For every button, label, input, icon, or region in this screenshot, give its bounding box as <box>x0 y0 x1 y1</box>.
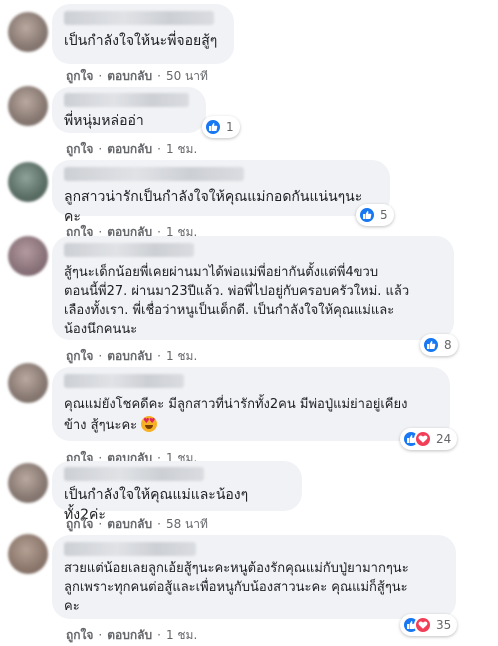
avatar[interactable] <box>8 236 48 276</box>
comment-text: สู้ๆนะเด็กน้อยพี่เคยผ่านมาได้พ่อแม่พี่อย… <box>64 265 410 337</box>
reaction-summary[interactable]: 5 <box>356 204 394 226</box>
avatar[interactable] <box>8 463 48 503</box>
reaction-summary[interactable]: 24 <box>400 428 458 450</box>
comment-actions: ถูกใจ · ตอบกลับ · 58 นาที <box>66 517 208 531</box>
like-link[interactable]: ถูกใจ <box>66 628 93 642</box>
comment-actions: ถูกใจ · ตอบกลับ · 1 ชม. <box>66 628 198 642</box>
like-link[interactable]: ถูกใจ <box>66 349 93 363</box>
comment-bubble: คุณแม่ยังโชคดีคะ มีลูกสาวที่น่ารักทั้ง2ค… <box>52 367 450 441</box>
comment-actions: ถูกใจ · ตอบกลับ · 50 นาที <box>66 69 208 83</box>
reaction-summary[interactable]: 35 <box>400 614 458 636</box>
comment-bubble: สู้ๆนะเด็กน้อยพี่เคยผ่านมาได้พ่อแม่พี่อย… <box>52 236 454 340</box>
avatar[interactable] <box>8 534 48 574</box>
comment-actions: ถูกใจ · ตอบกลับ · 1 ชม. <box>66 349 198 363</box>
thumbs-up-icon <box>204 118 222 136</box>
commenter-name[interactable] <box>64 11 214 25</box>
reply-link[interactable]: ตอบกลับ <box>107 69 152 83</box>
reaction-summary[interactable]: 8 <box>420 334 458 356</box>
commenter-name[interactable] <box>64 374 184 388</box>
timestamp[interactable]: 1 ชม. <box>166 628 197 642</box>
commenter-name[interactable] <box>64 93 189 107</box>
commenter-name[interactable] <box>64 467 204 481</box>
comment-bubble: เป็นกำลังใจให้คุณแม่และน้องๆทั้ง2ค่ะ <box>52 461 302 523</box>
avatar[interactable] <box>8 363 48 403</box>
commenter-name[interactable] <box>64 167 244 181</box>
comment-bubble: พี่หนุ่มหล่ออ่า <box>52 87 206 133</box>
comment-text: คุณแม่ยังโชคดีคะ มีลูกสาวที่น่ารักทั้ง2ค… <box>64 394 438 436</box>
timestamp[interactable]: 50 นาที <box>166 69 208 83</box>
commenter-name[interactable] <box>64 243 194 257</box>
avatar[interactable] <box>8 12 48 52</box>
reaction-count: 1 <box>226 120 234 134</box>
thumbs-up-icon <box>422 336 440 354</box>
comment-bubble: เป็นกำลังใจให้นะพี่จอยสู้ๆ <box>52 4 234 64</box>
reply-link[interactable]: ตอบกลับ <box>107 628 152 642</box>
reply-link[interactable]: ตอบกลับ <box>107 349 152 363</box>
comment-actions: ถูกใจ · ตอบกลับ · 1 ชม. <box>66 142 198 156</box>
avatar[interactable] <box>8 86 48 126</box>
comment-text: ลูกสาวน่ารักเป็นกำลังใจให้คุณแม่กอดกันแน… <box>64 189 363 225</box>
reaction-summary[interactable]: 1 <box>202 116 240 138</box>
comment-text: เป็นกำลังใจให้นะพี่จอยสู้ๆ <box>64 33 218 49</box>
comment-bubble: สวยแต่น้อยเลยลูกเอ้ยสู้ๆนะคะหนูต้องรักคุ… <box>52 535 456 619</box>
avatar[interactable] <box>8 162 48 202</box>
thumbs-up-icon <box>358 206 376 224</box>
reply-link[interactable]: ตอบกลับ <box>107 517 152 531</box>
reaction-count: 5 <box>380 208 388 222</box>
comment-bubble: ลูกสาวน่ารักเป็นกำลังใจให้คุณแม่กอดกันแน… <box>52 160 390 225</box>
timestamp[interactable]: 58 นาที <box>166 517 208 531</box>
like-link[interactable]: ถูกใจ <box>66 142 93 156</box>
heart-icon <box>414 616 432 634</box>
commenter-name[interactable] <box>64 542 196 556</box>
timestamp[interactable]: 1 ชม. <box>166 349 197 363</box>
heart-icon <box>414 430 432 448</box>
reaction-count: 8 <box>444 338 452 352</box>
comment-text: พี่หนุ่มหล่ออ่า <box>64 113 144 129</box>
like-link[interactable]: ถูกใจ <box>66 517 93 531</box>
timestamp[interactable]: 1 ชม. <box>166 142 197 156</box>
heart-eyes-emoji <box>141 416 158 432</box>
reaction-count: 35 <box>436 618 452 632</box>
reply-link[interactable]: ตอบกลับ <box>107 142 152 156</box>
like-link[interactable]: ถูกใจ <box>66 69 93 83</box>
comment-text: สวยแต่น้อยเลยลูกเอ้ยสู้ๆนะคะหนูต้องรักคุ… <box>64 561 409 614</box>
reaction-count: 24 <box>436 432 452 446</box>
